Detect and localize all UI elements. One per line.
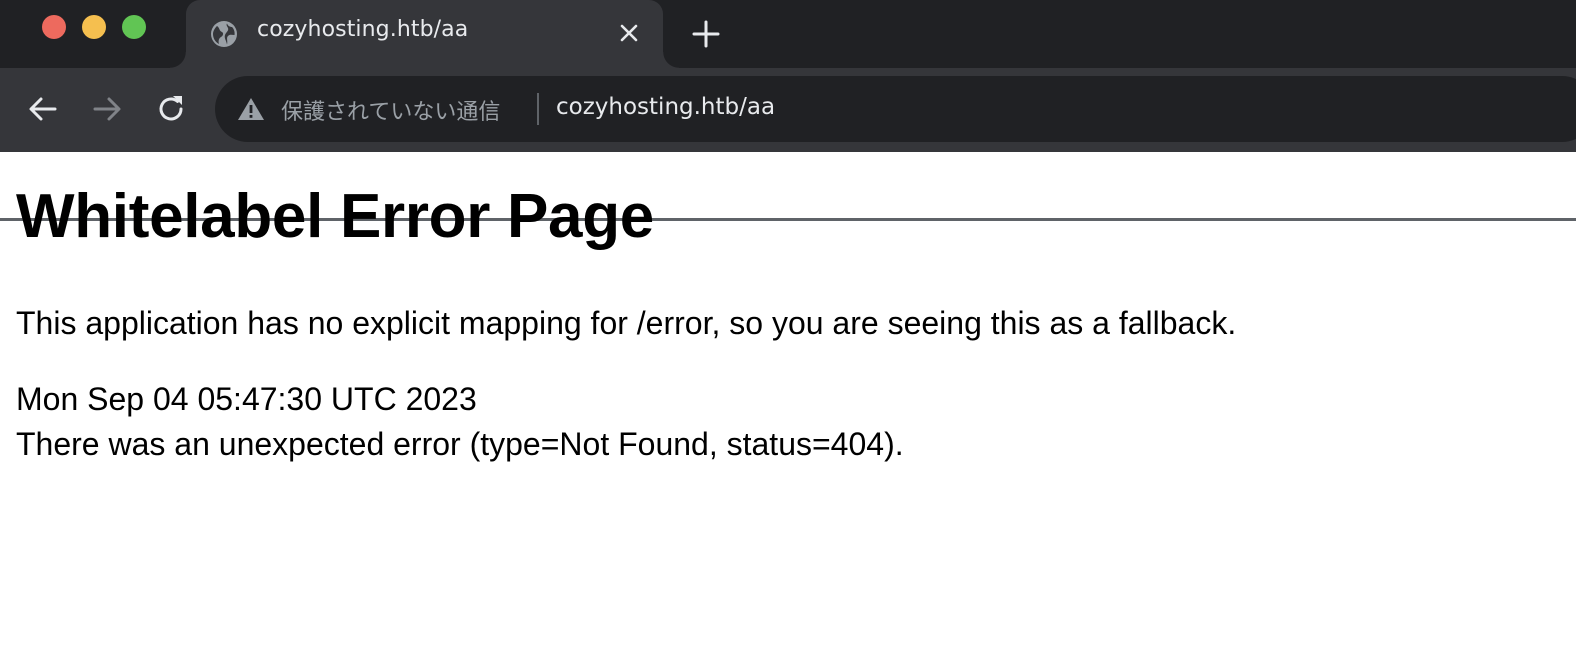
- browser-tab[interactable]: cozyhosting.htb/aa: [170, 0, 679, 68]
- page-title: Whitelabel Error Page: [16, 182, 654, 251]
- reload-icon[interactable]: [154, 92, 188, 126]
- close-window-button[interactable]: [42, 15, 66, 39]
- tab-title: cozyhosting.htb/aa: [257, 17, 469, 42]
- browser-toolbar: 保護されていない通信 cozyhosting.htb/aa: [0, 68, 1576, 221]
- security-status-label[interactable]: 保護されていない通信: [281, 94, 500, 126]
- warning-icon[interactable]: [237, 96, 265, 122]
- maximize-window-button[interactable]: [122, 15, 146, 39]
- error-timestamp: Mon Sep 04 05:47:30 UTC 2023: [16, 381, 477, 417]
- omnibox-divider: [537, 93, 539, 125]
- error-message: This application has no explicit mapping…: [16, 305, 1237, 341]
- globe-icon: [211, 21, 237, 47]
- new-tab-icon[interactable]: [690, 18, 722, 50]
- address-bar[interactable]: 保護されていない通信 cozyhosting.htb/aa: [215, 76, 1576, 142]
- forward-arrow-icon[interactable]: [90, 92, 124, 126]
- error-details: There was an unexpected error (type=Not …: [16, 426, 904, 462]
- minimize-window-button[interactable]: [82, 15, 106, 39]
- browser-tab-strip: cozyhosting.htb/aa: [0, 0, 1576, 68]
- url-text[interactable]: cozyhosting.htb/aa: [556, 94, 775, 120]
- back-arrow-icon[interactable]: [26, 92, 60, 126]
- close-icon[interactable]: [618, 22, 640, 44]
